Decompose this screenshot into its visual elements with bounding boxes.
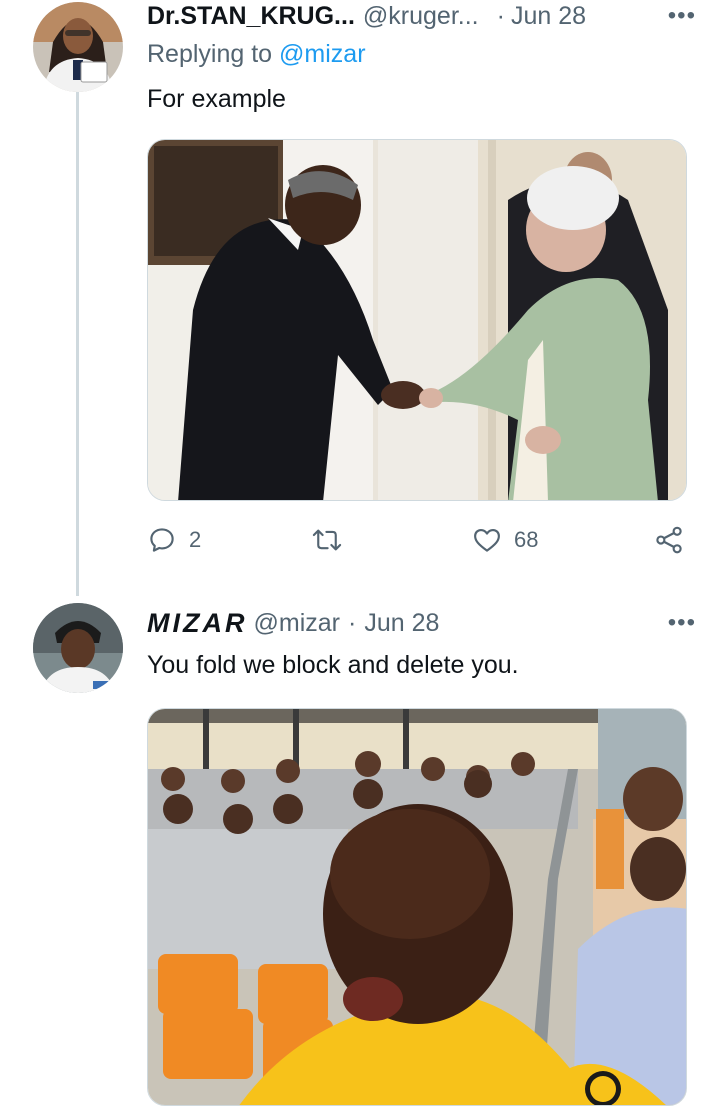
tweet[interactable]: MIZAR @mizar · Jun 28 ••• You fold we bl… bbox=[0, 595, 720, 1108]
avatar[interactable] bbox=[33, 603, 123, 693]
like-icon bbox=[474, 528, 500, 552]
tweet[interactable]: Dr.STAN_KRUG... @kruger... · Jun 28 ••• … bbox=[0, 0, 720, 596]
tweet-date[interactable]: Jun 28 bbox=[364, 609, 439, 638]
tweet-photo[interactable] bbox=[147, 708, 687, 1106]
share-button[interactable] bbox=[654, 525, 684, 555]
user-handle[interactable]: @kruger... bbox=[363, 2, 479, 31]
share-icon bbox=[656, 526, 682, 554]
separator-dot: · bbox=[496, 1, 505, 30]
user-handle[interactable]: @mizar bbox=[253, 609, 340, 638]
more-icon[interactable]: ••• bbox=[668, 2, 696, 30]
retweet-icon bbox=[312, 529, 342, 551]
more-icon[interactable]: ••• bbox=[668, 609, 696, 637]
reply-mention-link[interactable]: @mizar bbox=[279, 40, 366, 68]
tweet-header: MIZAR @mizar · Jun 28 ••• bbox=[147, 607, 696, 639]
display-name[interactable]: MIZAR bbox=[147, 608, 247, 639]
replying-prefix: Replying to bbox=[147, 40, 273, 68]
separator-dot: · bbox=[347, 608, 357, 637]
reply-icon bbox=[150, 528, 174, 552]
like-button[interactable]: 68 bbox=[472, 525, 538, 555]
thread-line bbox=[76, 92, 79, 596]
tweet-photo[interactable] bbox=[147, 139, 687, 501]
tweet-date[interactable]: Jun 28 bbox=[511, 2, 586, 31]
like-count: 68 bbox=[514, 527, 539, 552]
retweet-button[interactable] bbox=[312, 525, 354, 555]
reply-count: 2 bbox=[189, 527, 202, 552]
avatar[interactable] bbox=[33, 2, 123, 92]
reply-button[interactable]: 2 bbox=[147, 525, 201, 555]
replying-to: Replying to @mizar bbox=[147, 40, 366, 69]
tweet-text: You fold we block and delete you. bbox=[147, 651, 519, 679]
tweet-actions: 2 68 bbox=[147, 525, 692, 565]
tweet-header: Dr.STAN_KRUG... @kruger... · Jun 28 ••• bbox=[147, 0, 696, 32]
display-name[interactable]: Dr.STAN_KRUG... bbox=[147, 2, 355, 31]
tweet-text: For example bbox=[147, 85, 286, 113]
